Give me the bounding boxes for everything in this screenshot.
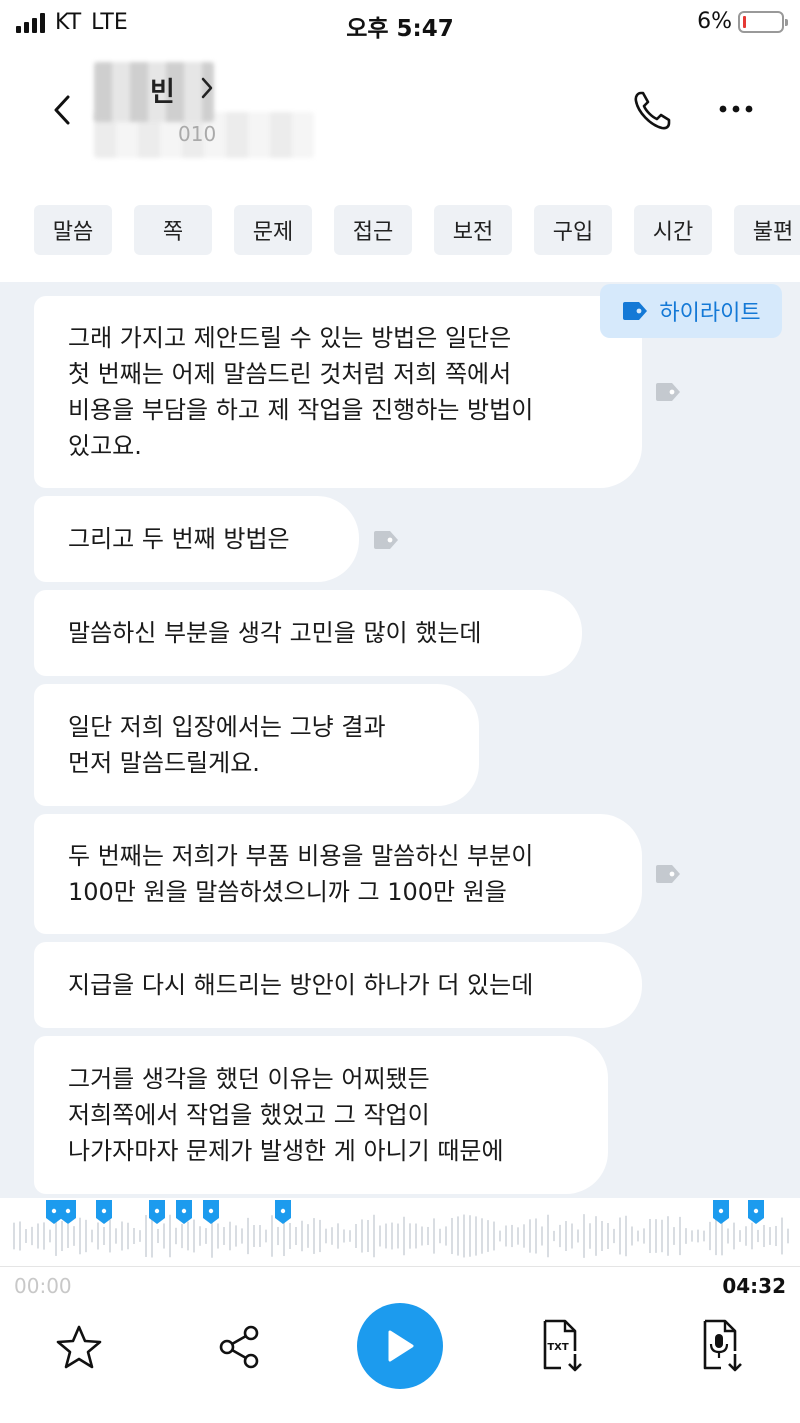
keyword-chip[interactable]: 시간: [634, 205, 712, 255]
keyword-chip[interactable]: 불편: [734, 205, 800, 255]
svg-text:TXT: TXT: [547, 1342, 569, 1353]
play-icon: [388, 1330, 414, 1362]
keyword-chip[interactable]: 문제: [234, 205, 312, 255]
transcript-bubble[interactable]: 말씀하신 부분을 생각 고민을 많이 했는데: [34, 590, 582, 676]
tag-icon[interactable]: [654, 864, 682, 884]
transcript-bubble[interactable]: 그래 가지고 제안드릴 수 있는 방법은 일단은 첫 번째는 어제 말씀드린 것…: [34, 296, 642, 488]
transcript-bubble[interactable]: 일단 저희 입장에서는 그냥 결과 먼저 말씀드릴게요.: [34, 684, 479, 806]
keyword-chip[interactable]: 접근: [334, 205, 412, 255]
export-txt-button[interactable]: TXT: [536, 1318, 586, 1374]
tag-icon[interactable]: [372, 530, 400, 550]
highlight-marker[interactable]: [60, 1200, 76, 1224]
highlight-button[interactable]: 하이라이트: [600, 284, 782, 338]
elapsed-time: 00:00: [14, 1274, 72, 1298]
keyword-chips: 말씀 쪽 문제 접근 보전 구입 시간 불편: [34, 205, 800, 255]
mic-download-icon: [703, 1319, 742, 1372]
keyword-chip[interactable]: 말씀: [34, 205, 112, 255]
waveform-scrubber[interactable]: [0, 1198, 800, 1264]
chevron-left-icon: [54, 95, 70, 125]
export-audio-button[interactable]: [696, 1318, 746, 1374]
contact-name[interactable]: 빈: [150, 70, 175, 109]
highlight-marker[interactable]: [46, 1200, 62, 1224]
tag-icon[interactable]: [654, 382, 682, 402]
transcript-bubble[interactable]: 그리고 두 번째 방법은: [34, 496, 359, 582]
star-icon: [56, 1325, 102, 1369]
total-duration: 04:32: [722, 1274, 786, 1298]
transcript-bubble[interactable]: 지급을 다시 해드리는 방안이 하나가 더 있는데: [34, 942, 642, 1028]
share-icon: [219, 1325, 259, 1369]
battery-icon: [738, 10, 788, 33]
transcript-bubble[interactable]: 두 번째는 저희가 부품 비용을 말씀하신 부분이 100만 원을 말씀하셨으니…: [34, 814, 642, 934]
back-button[interactable]: [42, 90, 82, 130]
status-bar: KT LTE 오후 5:47 6%: [0, 0, 800, 46]
tag-icon: [623, 302, 648, 320]
share-button[interactable]: [214, 1322, 264, 1372]
highlight-label: 하이라이트: [659, 301, 761, 326]
divider: [0, 1266, 800, 1267]
txt-download-icon: TXT: [543, 1319, 582, 1372]
keyword-chip[interactable]: 보전: [434, 205, 512, 255]
transcript-list[interactable]: 그래 가지고 제안드릴 수 있는 방법은 일단은 첫 번째는 어제 말씀드린 것…: [0, 282, 800, 1198]
transcript-bubble[interactable]: 그거를 생각을 했던 이유는 어찌됐든 저희쪽에서 작업을 했었고 그 작업이 …: [34, 1036, 608, 1194]
chevron-right-icon[interactable]: [200, 76, 214, 100]
call-header: 빈 010: [0, 50, 800, 190]
more-button[interactable]: [718, 94, 754, 128]
keyword-chip[interactable]: 구입: [534, 205, 612, 255]
call-button[interactable]: [632, 90, 672, 136]
play-button[interactable]: [357, 1303, 443, 1389]
phone-icon: [634, 91, 671, 130]
status-time: 오후 5:47: [346, 16, 454, 42]
favorite-button[interactable]: [54, 1322, 104, 1372]
more-horizontal-icon: [719, 105, 753, 113]
battery-percent: 6%: [697, 9, 732, 34]
highlight-marker[interactable]: [176, 1200, 192, 1224]
highlight-marker[interactable]: [748, 1200, 764, 1224]
keyword-chip[interactable]: 쪽: [134, 205, 212, 255]
contact-number: 010: [178, 122, 217, 146]
highlight-marker[interactable]: [203, 1200, 219, 1224]
highlight-marker[interactable]: [275, 1200, 291, 1224]
